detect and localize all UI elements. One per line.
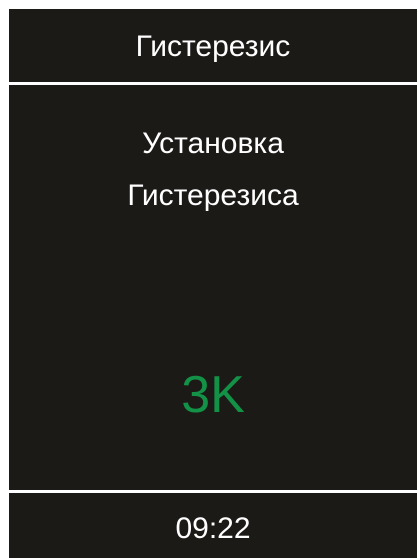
clock-time: 09:22 (175, 512, 251, 545)
setting-label-line1: Установка (142, 127, 284, 160)
header-divider (9, 82, 417, 85)
setting-label-line2: Гистерезиса (127, 179, 299, 212)
hysteresis-value[interactable]: 3K (9, 365, 417, 425)
footer-divider (9, 490, 417, 493)
device-screen: Гистерезис Установка Гистерезиса 3K 09:2… (9, 9, 417, 558)
screen-title: Гистерезис (135, 30, 291, 63)
